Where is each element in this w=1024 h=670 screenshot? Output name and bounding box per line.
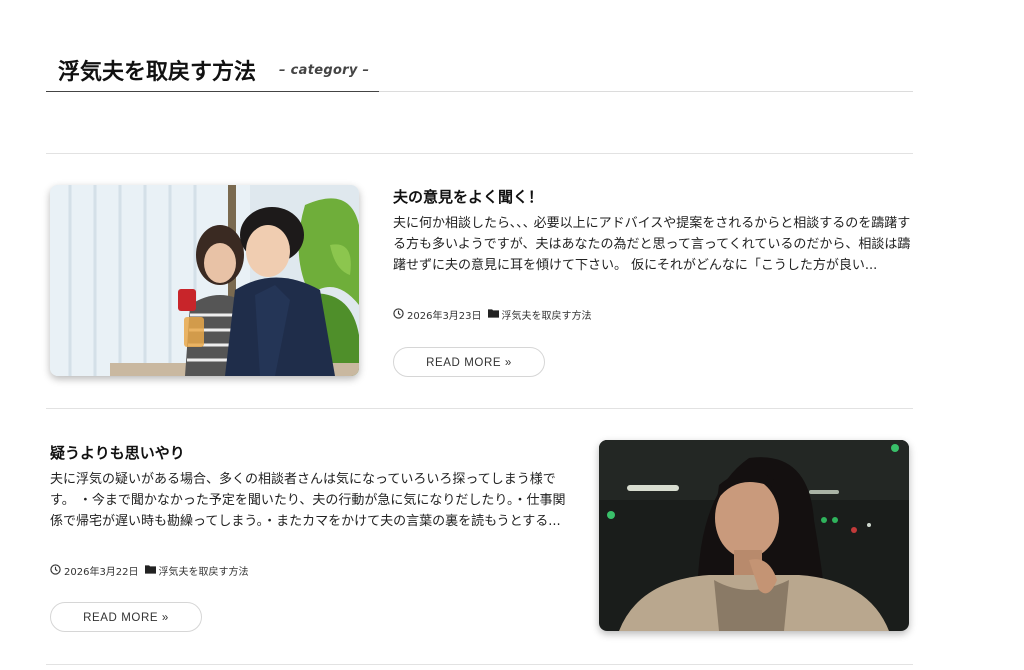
post-title[interactable]: 夫の意見をよく聞く！: [393, 186, 543, 207]
category-title-underline: 浮気夫を取戻す方法 – category –: [46, 52, 379, 92]
post-category-link[interactable]: 浮気夫を取戻す方法: [159, 563, 249, 578]
divider: [46, 153, 913, 154]
read-more-button[interactable]: READ MORE »: [393, 347, 545, 377]
post-meta: 2026年3月23日 浮気夫を取戻す方法: [393, 307, 592, 322]
category-header: 浮気夫を取戻す方法 – category –: [46, 52, 913, 92]
post-date: 2026年3月23日: [407, 311, 482, 322]
post-meta: 2026年3月22日 浮気夫を取戻す方法: [50, 563, 249, 578]
post-thumbnail[interactable]: [50, 185, 359, 376]
category-title: 浮気夫を取戻す方法: [58, 60, 257, 85]
category-label: – category –: [279, 63, 370, 78]
folder-icon: [144, 564, 156, 577]
post-title[interactable]: 疑うよりも思いやり: [50, 442, 185, 463]
couple-photo-icon: [50, 185, 359, 376]
folder-icon: [487, 308, 499, 321]
read-more-button[interactable]: READ MORE »: [50, 602, 202, 632]
post-excerpt: 夫に浮気の疑いがある場合、多くの相談者さんは気になっていろいろ探ってしまう様です…: [50, 472, 566, 529]
post-thumbnail[interactable]: [599, 440, 909, 631]
clock-icon: [393, 307, 404, 322]
divider: [46, 408, 913, 409]
post-date: 2026年3月22日: [64, 567, 139, 578]
post-excerpt: 夫に何か相談したら､､､ 必要以上にアドバイスや提案をされるからと相談するのを躊…: [393, 216, 911, 273]
clock-icon: [50, 563, 61, 578]
post-category-link[interactable]: 浮気夫を取戻す方法: [502, 307, 592, 322]
woman-thinking-photo-icon: [599, 440, 909, 631]
divider: [46, 664, 913, 665]
